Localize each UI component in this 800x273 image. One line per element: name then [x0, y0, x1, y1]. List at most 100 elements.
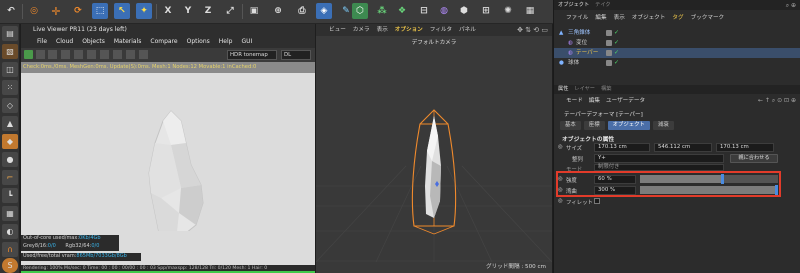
- points-mode-icon[interactable]: ⁙: [2, 80, 18, 95]
- scale-icon[interactable]: ⬚: [92, 3, 108, 19]
- tab-attributes[interactable]: 属性: [558, 85, 568, 94]
- scene-icon[interactable]: ⊞: [478, 3, 494, 19]
- make-editable-icon[interactable]: ▤: [2, 26, 18, 41]
- viewport-menu-filter[interactable]: フィルタ: [430, 24, 452, 36]
- cube-icon[interactable]: ◈: [316, 3, 332, 19]
- menu-file[interactable]: File: [37, 36, 47, 48]
- viewport-menu-camera[interactable]: カメラ: [353, 24, 370, 36]
- tab-structure[interactable]: 構築: [601, 85, 611, 94]
- pick-icon[interactable]: [87, 50, 96, 59]
- subdivision-icon[interactable]: ⬡: [352, 3, 368, 19]
- rotate-icon[interactable]: ⟳: [70, 3, 86, 19]
- stop-icon[interactable]: [48, 50, 57, 59]
- menu-options[interactable]: Options: [187, 36, 210, 48]
- menu-help[interactable]: Help: [219, 36, 233, 48]
- render-settings-icon[interactable]: ▦: [522, 3, 538, 19]
- fit-to-parent-button[interactable]: 親に合わせる: [730, 154, 778, 163]
- viewport-menu-options[interactable]: オプション: [395, 24, 423, 36]
- editor-viewport[interactable]: ビュー カメラ 表示 オプション フィルタ パネル ✥ ⇅ ⟲ ▭ デフォルトカ…: [316, 24, 552, 273]
- deformer-icon[interactable]: ◍: [436, 3, 452, 19]
- axis-mode-icon[interactable]: ┗: [2, 188, 18, 203]
- mode-select[interactable]: 制限付き: [594, 164, 724, 171]
- object-row[interactable]: ● 球体 ✓: [554, 58, 800, 68]
- om-search-icons[interactable]: ⌕ ⊕: [786, 2, 796, 10]
- size-x-field[interactable]: 170.13 cm: [594, 143, 650, 152]
- object-row[interactable]: ▲ 三角錐体 ✓: [554, 28, 800, 38]
- light-icon[interactable]: ✺: [500, 3, 516, 19]
- kernel-select[interactable]: DL: [281, 50, 311, 60]
- region-icon[interactable]: [74, 50, 83, 59]
- undo-icon[interactable]: ↶: [3, 3, 19, 19]
- texture-mode-icon[interactable]: ▧: [2, 44, 18, 59]
- grid-icon[interactable]: ▦: [2, 206, 18, 221]
- menu-gui[interactable]: GUI: [241, 36, 252, 48]
- object-row[interactable]: ◍ 変位 ✓: [554, 38, 800, 48]
- om-menu-bookmark[interactable]: ブックマーク: [691, 13, 725, 24]
- viewport-scene: [316, 109, 552, 262]
- subtab-object[interactable]: オブジェクト: [607, 121, 650, 130]
- live-select-icon[interactable]: ✦: [136, 3, 152, 19]
- viewport-menu-panel[interactable]: パネル: [459, 24, 476, 36]
- magnet-icon[interactable]: ∩: [2, 242, 18, 257]
- clay-icon[interactable]: [126, 50, 135, 59]
- focus-icon[interactable]: [100, 50, 109, 59]
- save-icon[interactable]: [139, 50, 148, 59]
- menu-cloud[interactable]: Cloud: [56, 36, 73, 48]
- viewport-menu-view[interactable]: ビュー: [329, 24, 346, 36]
- tab-objects[interactable]: オブジェクト: [558, 0, 589, 10]
- am-menu-edit[interactable]: 編集: [589, 96, 600, 107]
- am-menu-mode[interactable]: モード: [566, 96, 583, 107]
- world-icon[interactable]: ⊕: [270, 3, 286, 19]
- subtab-coord[interactable]: 座標: [583, 121, 605, 130]
- subtab-falloff[interactable]: 減衰: [652, 121, 674, 130]
- lock-icon[interactable]: [113, 50, 122, 59]
- polygons-mode-icon[interactable]: ▲: [2, 116, 18, 131]
- viewport-navigation-icons[interactable]: ✥ ⇅ ⟲ ▭: [517, 26, 548, 34]
- om-menu-view[interactable]: 表示: [614, 13, 625, 24]
- edges-mode-icon[interactable]: ◇: [2, 98, 18, 113]
- keyframe-dot[interactable]: ◎: [558, 198, 563, 204]
- move-icon[interactable]: ✛: [48, 3, 64, 19]
- am-navigation-icons[interactable]: ← ↑ ⌕ ⊙ ⊡ ⊕: [758, 97, 796, 105]
- menu-objects[interactable]: Objects: [82, 36, 105, 48]
- camera-icon[interactable]: ⎙: [294, 3, 310, 19]
- refresh-icon[interactable]: [61, 50, 70, 59]
- y-axis-icon[interactable]: Y: [180, 3, 196, 19]
- tonemap-select[interactable]: HDR tonemap: [227, 50, 277, 60]
- workplane-icon[interactable]: ◫: [2, 62, 18, 77]
- play-icon[interactable]: [24, 50, 33, 59]
- select-icon[interactable]: ↖: [114, 3, 130, 19]
- render-region-icon[interactable]: ◎: [26, 3, 42, 19]
- x-axis-icon[interactable]: X: [160, 3, 176, 19]
- menu-materials[interactable]: Materials: [114, 36, 142, 48]
- size-z-field[interactable]: 170.13 cm: [716, 143, 774, 152]
- cloner-icon[interactable]: ⁂: [374, 3, 390, 19]
- field-icon[interactable]: ⬢: [456, 3, 472, 19]
- object-row-selected[interactable]: ◍ テーパー ✓: [554, 48, 800, 58]
- menu-compare[interactable]: Compare: [150, 36, 177, 48]
- model-mode-icon[interactable]: ◆: [2, 134, 18, 149]
- om-menu-edit[interactable]: 編集: [595, 13, 606, 24]
- solo-icon[interactable]: ◐: [2, 224, 18, 239]
- z-axis-icon[interactable]: Z: [200, 3, 216, 19]
- pause-icon[interactable]: [36, 50, 45, 59]
- am-menu-userdata[interactable]: ユーザーデータ: [606, 96, 645, 107]
- fillet-checkbox[interactable]: [594, 198, 600, 204]
- fracture-icon[interactable]: ❖: [394, 3, 410, 19]
- snap-icon[interactable]: ⌐: [2, 170, 18, 185]
- subtab-basic[interactable]: 基本: [560, 121, 581, 130]
- tab-layers[interactable]: レイヤー: [574, 85, 595, 94]
- keyframe-dot[interactable]: ◎: [558, 144, 563, 150]
- om-menu-file[interactable]: ファイル: [566, 13, 588, 24]
- object-mode-icon[interactable]: ●: [2, 152, 18, 167]
- tab-takes[interactable]: テイク: [595, 0, 610, 10]
- lock-axis-icon[interactable]: ⤢: [222, 3, 238, 19]
- redshift-icon[interactable]: S: [2, 258, 18, 273]
- viewport-menu-display[interactable]: 表示: [377, 24, 388, 36]
- keyframe-icon[interactable]: ▣: [246, 3, 262, 19]
- boolean-icon[interactable]: ⊟: [416, 3, 432, 19]
- size-y-field[interactable]: 546.112 cm: [654, 143, 712, 152]
- om-menu-object[interactable]: オブジェクト: [632, 13, 666, 24]
- align-select[interactable]: Y+: [594, 154, 724, 163]
- om-menu-tag[interactable]: タグ: [672, 13, 683, 24]
